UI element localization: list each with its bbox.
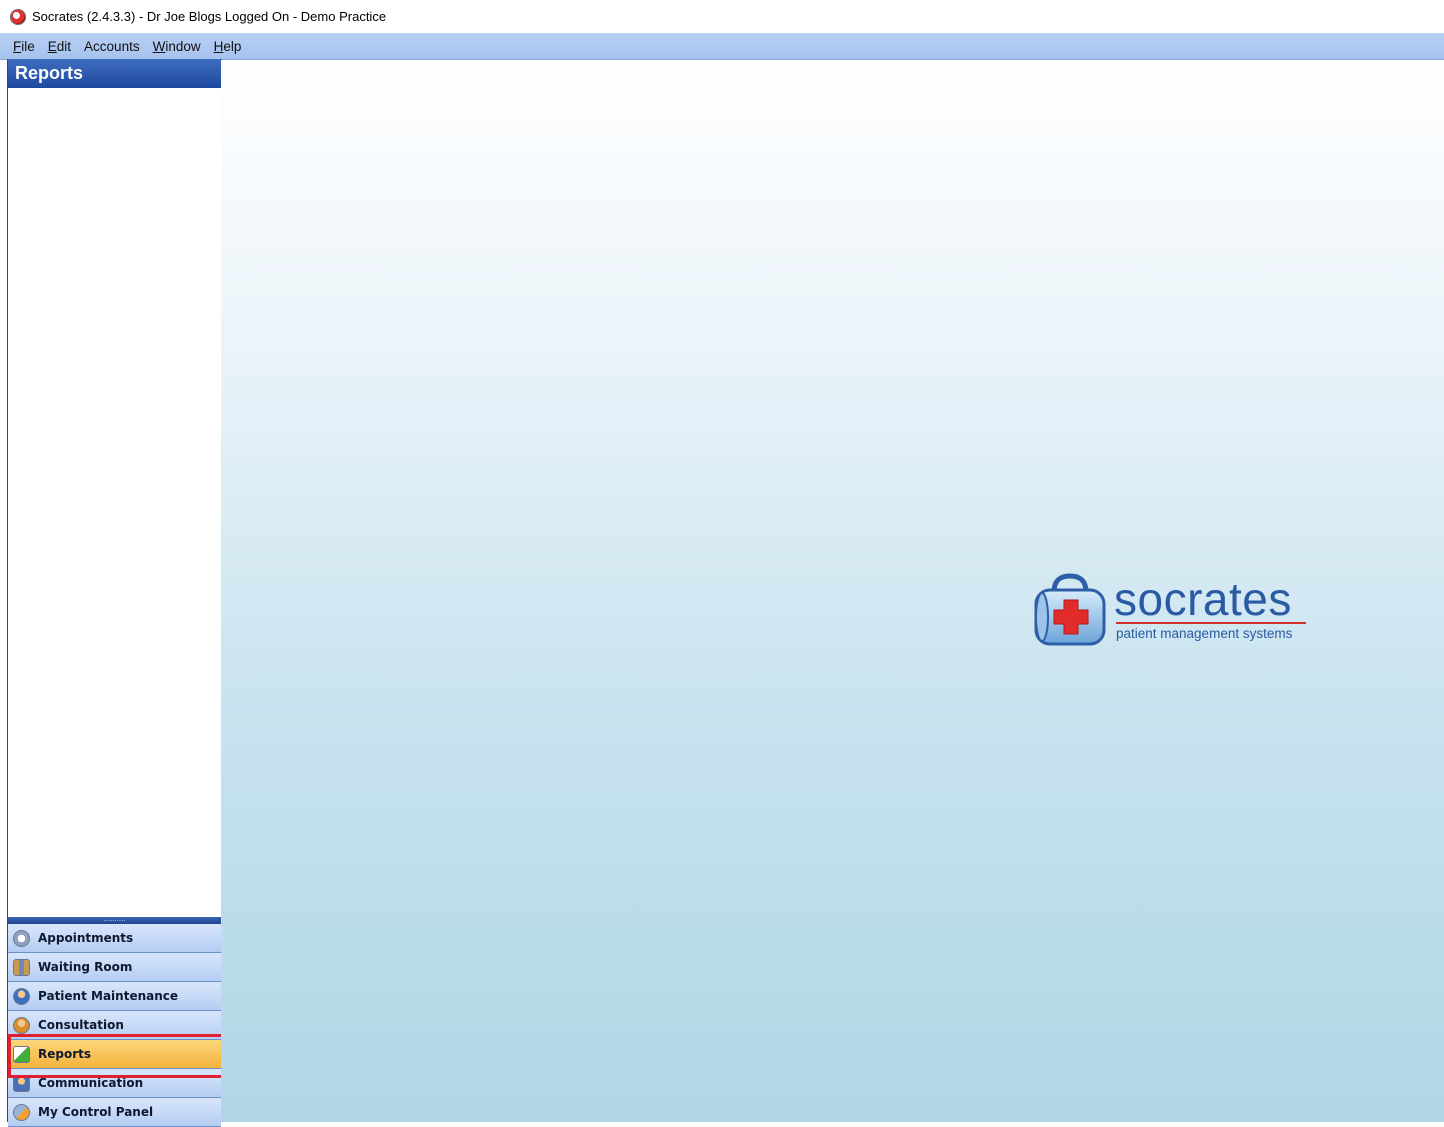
title-bar: Socrates (2.4.3.3) - Dr Joe Blogs Logged… [0,0,1444,33]
logo-underline [1116,622,1306,624]
patient-maintenance-icon [13,987,30,1005]
nav-patient-maintenance[interactable]: Patient Maintenance [8,982,221,1011]
nav-waiting-room-label: Waiting Room [38,960,133,974]
medical-bag-icon [1034,573,1106,646]
sidebar-header: Reports [8,59,221,88]
nav-my-control-panel[interactable]: My Control Panel [8,1098,221,1127]
reports-icon [13,1045,30,1063]
nav-consultation-label: Consultation [38,1018,124,1032]
nav-reports[interactable]: Reports [8,1040,221,1069]
nav-my-control-panel-label: My Control Panel [38,1105,154,1119]
nav-reports-label: Reports [38,1047,92,1061]
menu-edit[interactable]: Edit [48,39,71,54]
nav-waiting-room[interactable]: Waiting Room [8,953,221,982]
nav-consultation[interactable]: Consultation [8,1011,221,1040]
menu-help[interactable]: Help [214,39,242,54]
communication-icon [13,1074,30,1092]
nav-communication[interactable]: Communication [8,1069,221,1098]
nav-appointments-label: Appointments [38,931,134,945]
menu-file[interactable]: File [13,39,35,54]
logo-tagline: patient management systems [1116,626,1293,641]
nav-appointments[interactable]: Appointments [8,924,221,953]
socrates-app-icon[interactable] [10,8,26,25]
waiting-room-icon [13,958,30,976]
window-title: Socrates (2.4.3.3) - Dr Joe Blogs Logged… [32,9,387,24]
sidebar-content-area [8,88,221,917]
menu-accounts[interactable]: Accounts [84,39,140,54]
menu-bar: File Edit Accounts Window Help [0,33,1444,60]
menu-window[interactable]: Window [153,39,201,54]
nav-communication-label: Communication [38,1076,144,1090]
socrates-logo: socrates patient management systems [1032,570,1312,650]
nav-patient-maintenance-label: Patient Maintenance [38,989,179,1003]
appointments-icon [13,929,30,947]
sidebar-nav: Appointments Waiting Room Patient Mainte… [8,924,221,1127]
navigation-sidebar: Reports .......... Appointments Waiting … [7,59,222,1127]
control-panel-icon [13,1103,30,1121]
sidebar-splitter[interactable]: .......... [8,916,221,924]
logo-wordmark: socrates [1114,573,1292,625]
consultation-icon [13,1016,30,1034]
